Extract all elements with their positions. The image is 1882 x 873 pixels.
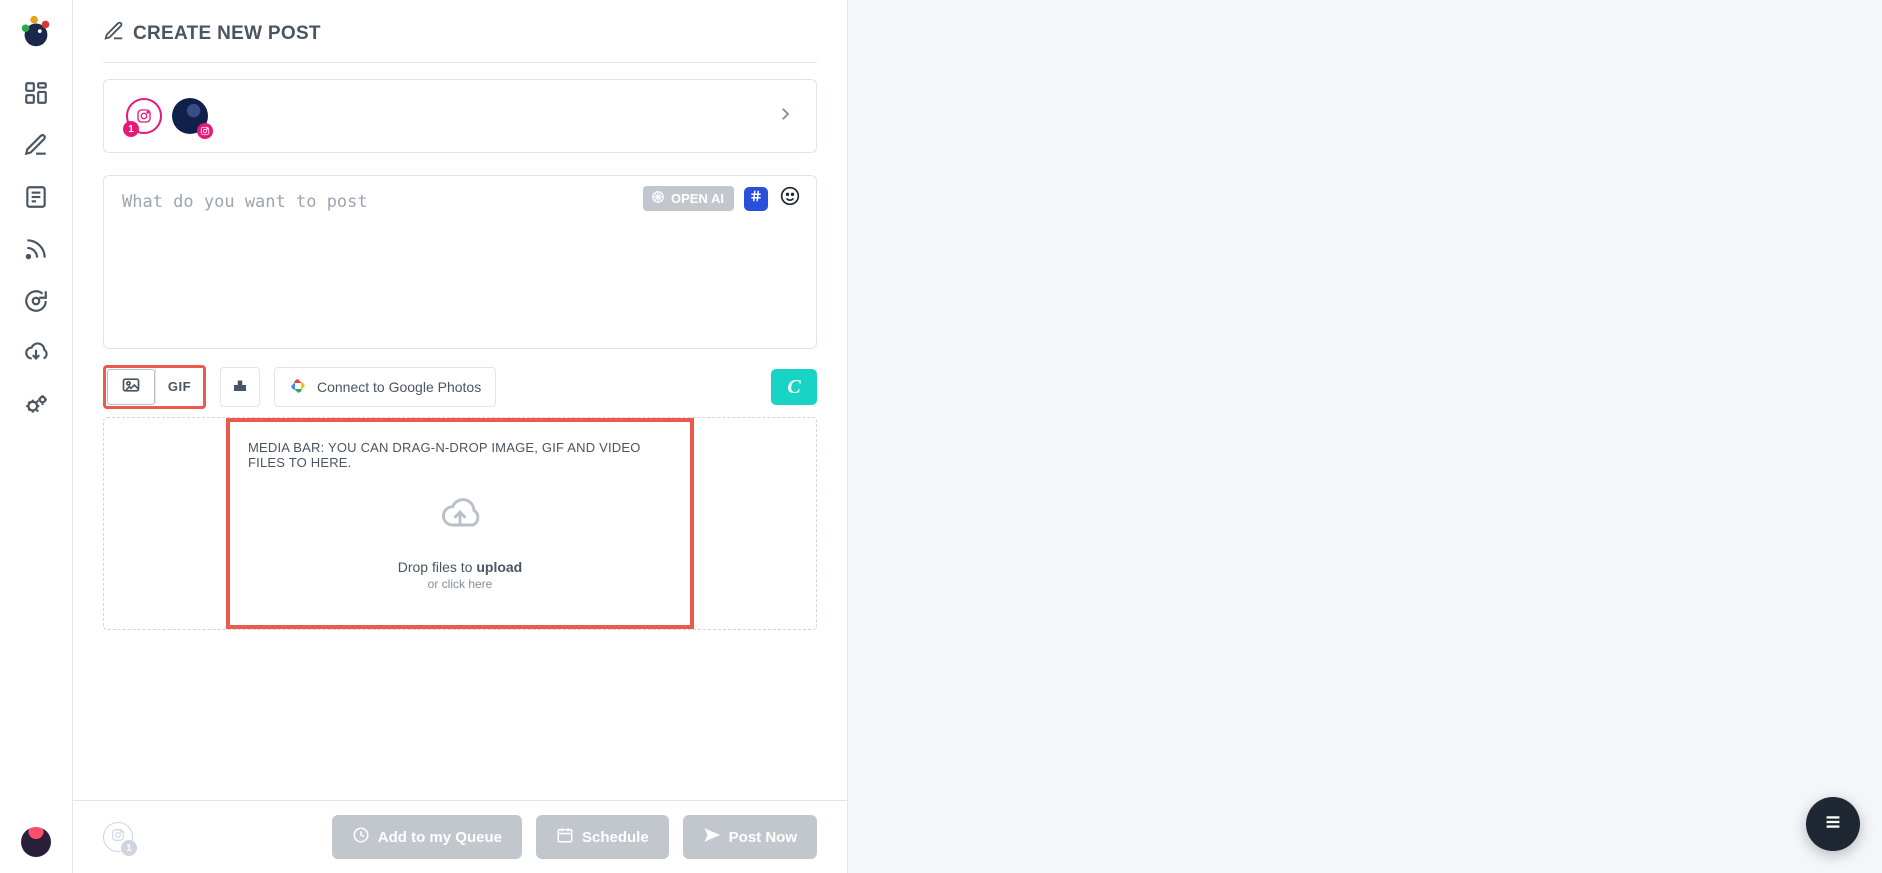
google-photos-button[interactable]: Connect to Google Photos <box>274 367 496 407</box>
composer-card: OPEN AI <box>103 175 817 349</box>
account-avatar[interactable]: 1 <box>126 98 162 134</box>
app-logo <box>17 14 55 52</box>
content-scroll: CREATE NEW POST 1 OPEN AI <box>73 0 847 800</box>
add-to-queue-button[interactable]: Add to my Queue <box>332 815 522 859</box>
emoji-icon <box>780 186 800 211</box>
rail-nav <box>23 80 49 418</box>
drop-line-2: or click here <box>428 577 493 591</box>
page-title-text: CREATE NEW POST <box>133 23 321 45</box>
preview-pane <box>847 0 1882 873</box>
chevron-right-icon[interactable] <box>776 105 794 128</box>
google-photos-icon <box>289 377 307 398</box>
openai-icon <box>651 190 665 207</box>
left-rail <box>0 0 73 873</box>
library-button[interactable] <box>220 367 260 407</box>
menu-icon <box>1822 811 1844 838</box>
canva-button[interactable]: C <box>771 369 817 405</box>
openai-label: OPEN AI <box>671 191 724 206</box>
calendar-icon <box>556 826 574 848</box>
cloud-upload-icon <box>430 492 490 541</box>
nav-settings-icon[interactable] <box>23 392 49 418</box>
hashtag-icon <box>749 189 763 208</box>
media-drop-zone[interactable]: MEDIA BAR: YOU CAN DRAG-N-DROP IMAGE, GI… <box>103 417 817 630</box>
main-column: CREATE NEW POST 1 OPEN AI <box>73 0 847 873</box>
drop-line-1: Drop files to upload <box>398 559 522 575</box>
send-icon <box>703 826 721 848</box>
library-icon <box>231 376 249 399</box>
nav-rss-icon[interactable] <box>23 236 49 262</box>
media-toolbar: GIF Connect to Google Photos C <box>103 365 817 409</box>
nav-posts-icon[interactable] <box>23 184 49 210</box>
emoji-button[interactable] <box>778 187 802 211</box>
media-drop-highlight: MEDIA BAR: YOU CAN DRAG-N-DROP IMAGE, GI… <box>226 418 694 629</box>
footer-account-count: 1 <box>121 840 137 856</box>
canva-icon: C <box>787 376 800 399</box>
queue-icon <box>352 826 370 848</box>
account-avatar[interactable] <box>172 98 208 134</box>
nav-dashboard-icon[interactable] <box>23 80 49 106</box>
google-photos-label: Connect to Google Photos <box>317 379 481 395</box>
media-type-highlight: GIF <box>103 365 206 409</box>
compose-icon <box>103 20 125 48</box>
gif-upload-button[interactable]: GIF <box>155 368 203 404</box>
media-bar-text: MEDIA BAR: YOU CAN DRAG-N-DROP IMAGE, GI… <box>248 440 672 470</box>
schedule-button[interactable]: Schedule <box>536 815 669 859</box>
gif-label: GIF <box>168 379 191 394</box>
rail-bottom <box>21 695 51 857</box>
accounts-card[interactable]: 1 <box>103 79 817 153</box>
page-title: CREATE NEW POST <box>103 0 817 63</box>
instagram-icon <box>197 123 213 139</box>
composer-footer: 1 Add to my Queue Schedule Post Now <box>73 800 847 873</box>
openai-button[interactable]: OPEN AI <box>643 186 734 211</box>
account-badge-count: 1 <box>123 121 139 137</box>
nav-compose-icon[interactable] <box>23 132 49 158</box>
composer-tools: OPEN AI <box>643 186 802 211</box>
image-icon <box>121 375 141 400</box>
help-fab[interactable] <box>1806 797 1860 851</box>
nav-download-icon[interactable] <box>23 340 49 366</box>
media-type-segment: GIF <box>106 368 203 406</box>
user-avatar[interactable] <box>21 827 51 857</box>
accounts-list: 1 <box>126 98 208 134</box>
image-upload-button[interactable] <box>107 369 155 405</box>
post-now-button[interactable]: Post Now <box>683 815 817 859</box>
hashtag-button[interactable] <box>744 187 768 211</box>
nav-recycle-icon[interactable] <box>23 288 49 314</box>
footer-account-chip[interactable]: 1 <box>103 822 133 852</box>
